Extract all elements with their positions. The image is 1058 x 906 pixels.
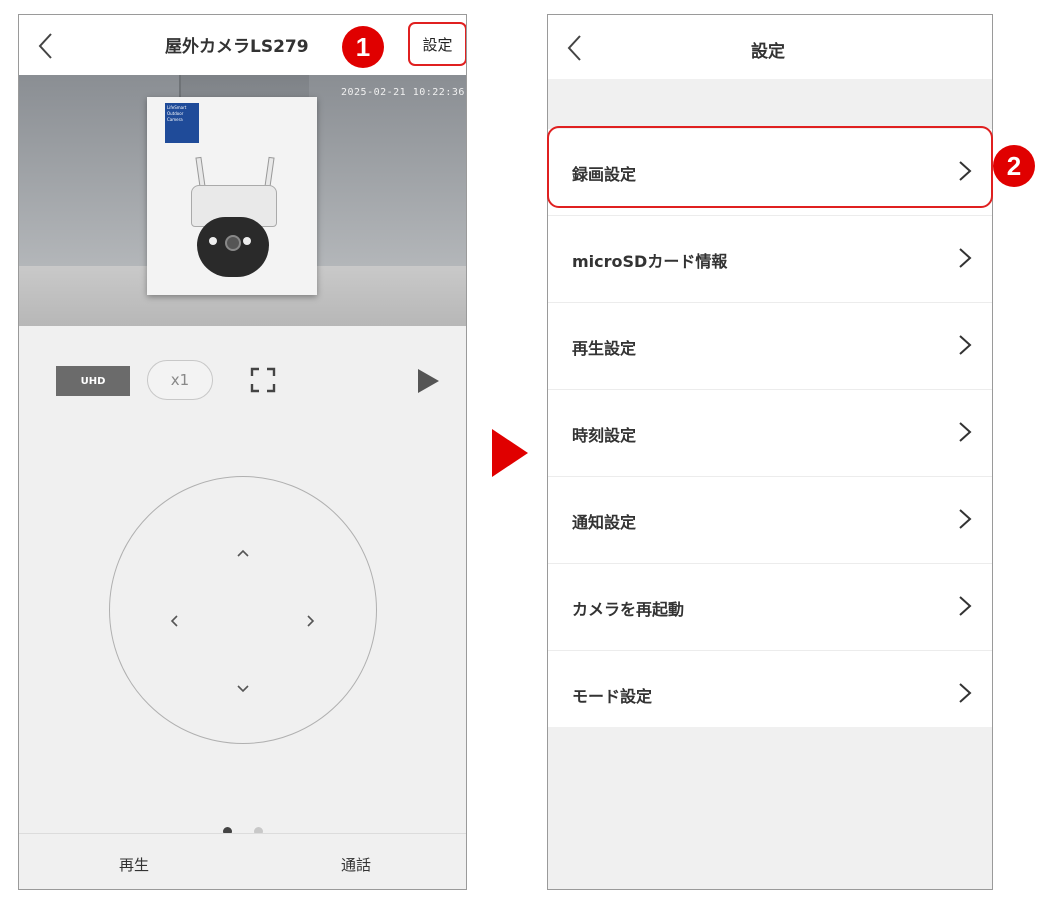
box-label: LifeSmart Outdoor Camera: [165, 103, 199, 143]
back-icon[interactable]: [564, 33, 586, 63]
pan-left-icon[interactable]: [167, 614, 181, 628]
next-step-arrow-icon: [492, 429, 528, 477]
camera-light: [243, 237, 251, 245]
chevron-right-icon: [959, 683, 972, 703]
page-title: 設定: [751, 42, 785, 62]
ptz-control-ring[interactable]: [109, 476, 377, 744]
quality-button[interactable]: UHD: [56, 366, 130, 396]
empty-area: [548, 727, 992, 889]
chevron-right-icon: [959, 248, 972, 268]
pan-down-icon[interactable]: [236, 682, 250, 696]
fullscreen-icon[interactable]: [249, 366, 277, 394]
back-icon[interactable]: [35, 31, 57, 61]
bottom-tab-bar: 再生 通話: [19, 833, 466, 889]
tab-playback[interactable]: 再生: [119, 854, 149, 875]
chevron-right-icon: [959, 335, 972, 355]
pan-right-icon[interactable]: [304, 614, 318, 628]
camera-live-screen: 屋外カメラLS279 設定 LifeSmart Outdoor Camera 2…: [18, 14, 467, 890]
chevron-right-icon: [959, 596, 972, 616]
settings-row-label: microSDカード情報: [572, 252, 728, 271]
settings-row-label: 通知設定: [572, 513, 637, 532]
highlight-frame: [547, 126, 993, 208]
settings-row-label: モード設定: [572, 687, 653, 706]
settings-row[interactable]: モード設定: [548, 651, 992, 738]
step-badge: 2: [993, 145, 1035, 187]
play-icon[interactable]: [416, 368, 440, 394]
left-header: 屋外カメラLS279 設定: [19, 15, 466, 75]
right-header: 設定: [548, 15, 992, 79]
settings-row[interactable]: 通知設定: [548, 477, 992, 564]
settings-row[interactable]: カメラを再起動: [548, 564, 992, 651]
wall-panel: [389, 75, 466, 275]
settings-row[interactable]: 再生設定: [548, 303, 992, 390]
chevron-right-icon: [959, 509, 972, 529]
settings-row[interactable]: 時刻設定: [548, 390, 992, 477]
section-spacer: [548, 79, 992, 129]
settings-button[interactable]: 設定: [408, 22, 466, 66]
wall-panel: [19, 75, 91, 275]
settings-row-label: カメラを再起動: [572, 600, 685, 619]
camera-lens: [225, 235, 241, 251]
settings-list: 録画設定 microSDカード情報 再生設定 時刻設定 通知設定 カメラを再起動 モード設定: [548, 129, 992, 738]
settings-row[interactable]: microSDカード情報: [548, 216, 992, 303]
camera-light: [209, 237, 217, 245]
step-badge: 1: [342, 26, 384, 68]
wall-panel: [309, 75, 391, 275]
chevron-right-icon: [959, 422, 972, 442]
controls-panel: UHD x1: [19, 326, 466, 836]
camera-feed: LifeSmart Outdoor Camera 2025-02-21 10:2…: [19, 75, 466, 326]
zoom-button[interactable]: x1: [147, 360, 213, 400]
video-timestamp: 2025-02-21 10:22:36: [341, 87, 465, 98]
page-title: 屋外カメラLS279: [165, 37, 309, 57]
pan-up-icon[interactable]: [236, 546, 250, 560]
settings-row-label: 再生設定: [572, 339, 637, 358]
product-box: LifeSmart Outdoor Camera: [147, 97, 317, 295]
settings-row-label: 時刻設定: [572, 426, 637, 445]
tab-call[interactable]: 通話: [341, 854, 371, 875]
